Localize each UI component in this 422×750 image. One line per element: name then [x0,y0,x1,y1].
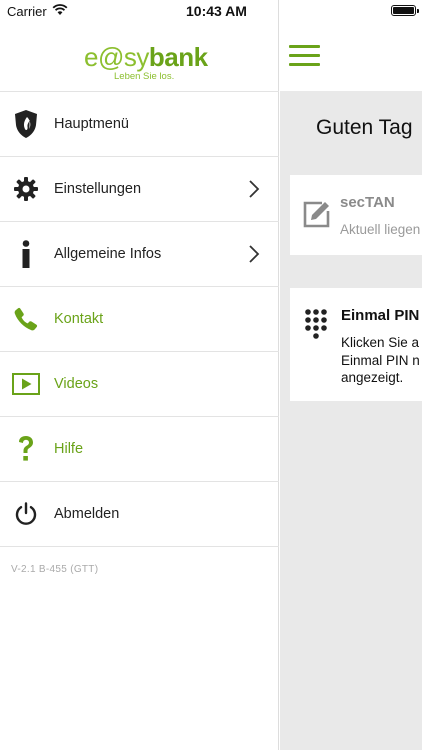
logo-tagline: Leben Sie los. [114,71,175,82]
menu-item-kontakt[interactable]: Kontakt [0,287,279,352]
gear-icon [12,175,40,203]
shield-icon [12,110,40,138]
menu-list: Hauptmenü Einstellungen Allgemeine Infos… [0,91,279,547]
question-icon [12,435,40,463]
sectan-card[interactable]: secTAN Aktuell liegen [290,175,422,255]
menu-item-einstellungen[interactable]: Einstellungen [0,157,279,222]
sectan-title: secTAN [340,194,395,211]
status-bar: Carrier 10:43 AM [0,0,422,22]
sectan-subtitle: Aktuell liegen [340,222,421,237]
chevron-right-icon [248,244,260,269]
pin-line-3: angezeigt. [341,370,404,385]
menu-item-label: Abmelden [54,506,120,522]
menu-item-label: Videos [54,376,99,392]
logo-brand-part1: e@sy [84,42,149,72]
einmal-pin-card[interactable]: Einmal PIN Klicken Sie a Einmal PIN n an… [290,288,422,401]
hamburger-menu-icon[interactable] [289,45,320,67]
carrier-label: Carrier [7,4,47,19]
menu-item-label: Hauptmenü [54,116,129,132]
power-icon [12,500,40,528]
pin-line-2: Einmal PIN n [341,352,420,368]
battery-icon [391,5,416,16]
play-icon [12,370,40,398]
info-icon [12,240,40,268]
clock: 10:43 AM [186,3,247,19]
main-content: Guten Tag secTAN Aktuell liegen Einmal P… [280,0,422,750]
einmal-pin-description: Klicken Sie a Einmal PIN n angezeigt. [341,334,420,387]
logo-wordmark: e@sybank [84,42,208,72]
menu-item-hilfe[interactable]: Hilfe [0,417,279,482]
easybank-logo: e@sybank Leben Sie los. [84,42,208,84]
menu-item-allgemeine-infos[interactable]: Allgemeine Infos [0,222,279,287]
einmal-pin-title: Einmal PIN [341,307,420,324]
logo-brand-part2: bank [148,42,208,72]
wifi-icon [52,3,68,19]
menu-item-hauptmenue[interactable]: Hauptmenü [0,92,279,157]
battery-tip [417,9,419,13]
version-label: V-2.1 B-455 (GTT) [11,564,99,575]
menu-item-abmelden[interactable]: Abmelden [0,482,279,547]
menu-item-label: Hilfe [54,441,84,457]
menu-item-label: Einstellungen [54,181,142,197]
menu-item-label: Allgemeine Infos [54,246,162,262]
greeting-title: Guten Tag [316,116,413,139]
phone-icon [12,305,40,333]
keypad-icon [304,308,328,346]
menu-item-videos[interactable]: Videos [0,352,279,417]
edit-icon [301,199,331,234]
side-menu: e@sybank Leben Sie los. Hauptmenü Einste… [0,0,279,750]
pin-line-1: Klicken Sie a [341,335,420,350]
menu-item-label: Kontakt [54,311,104,327]
chevron-right-icon [248,179,260,204]
